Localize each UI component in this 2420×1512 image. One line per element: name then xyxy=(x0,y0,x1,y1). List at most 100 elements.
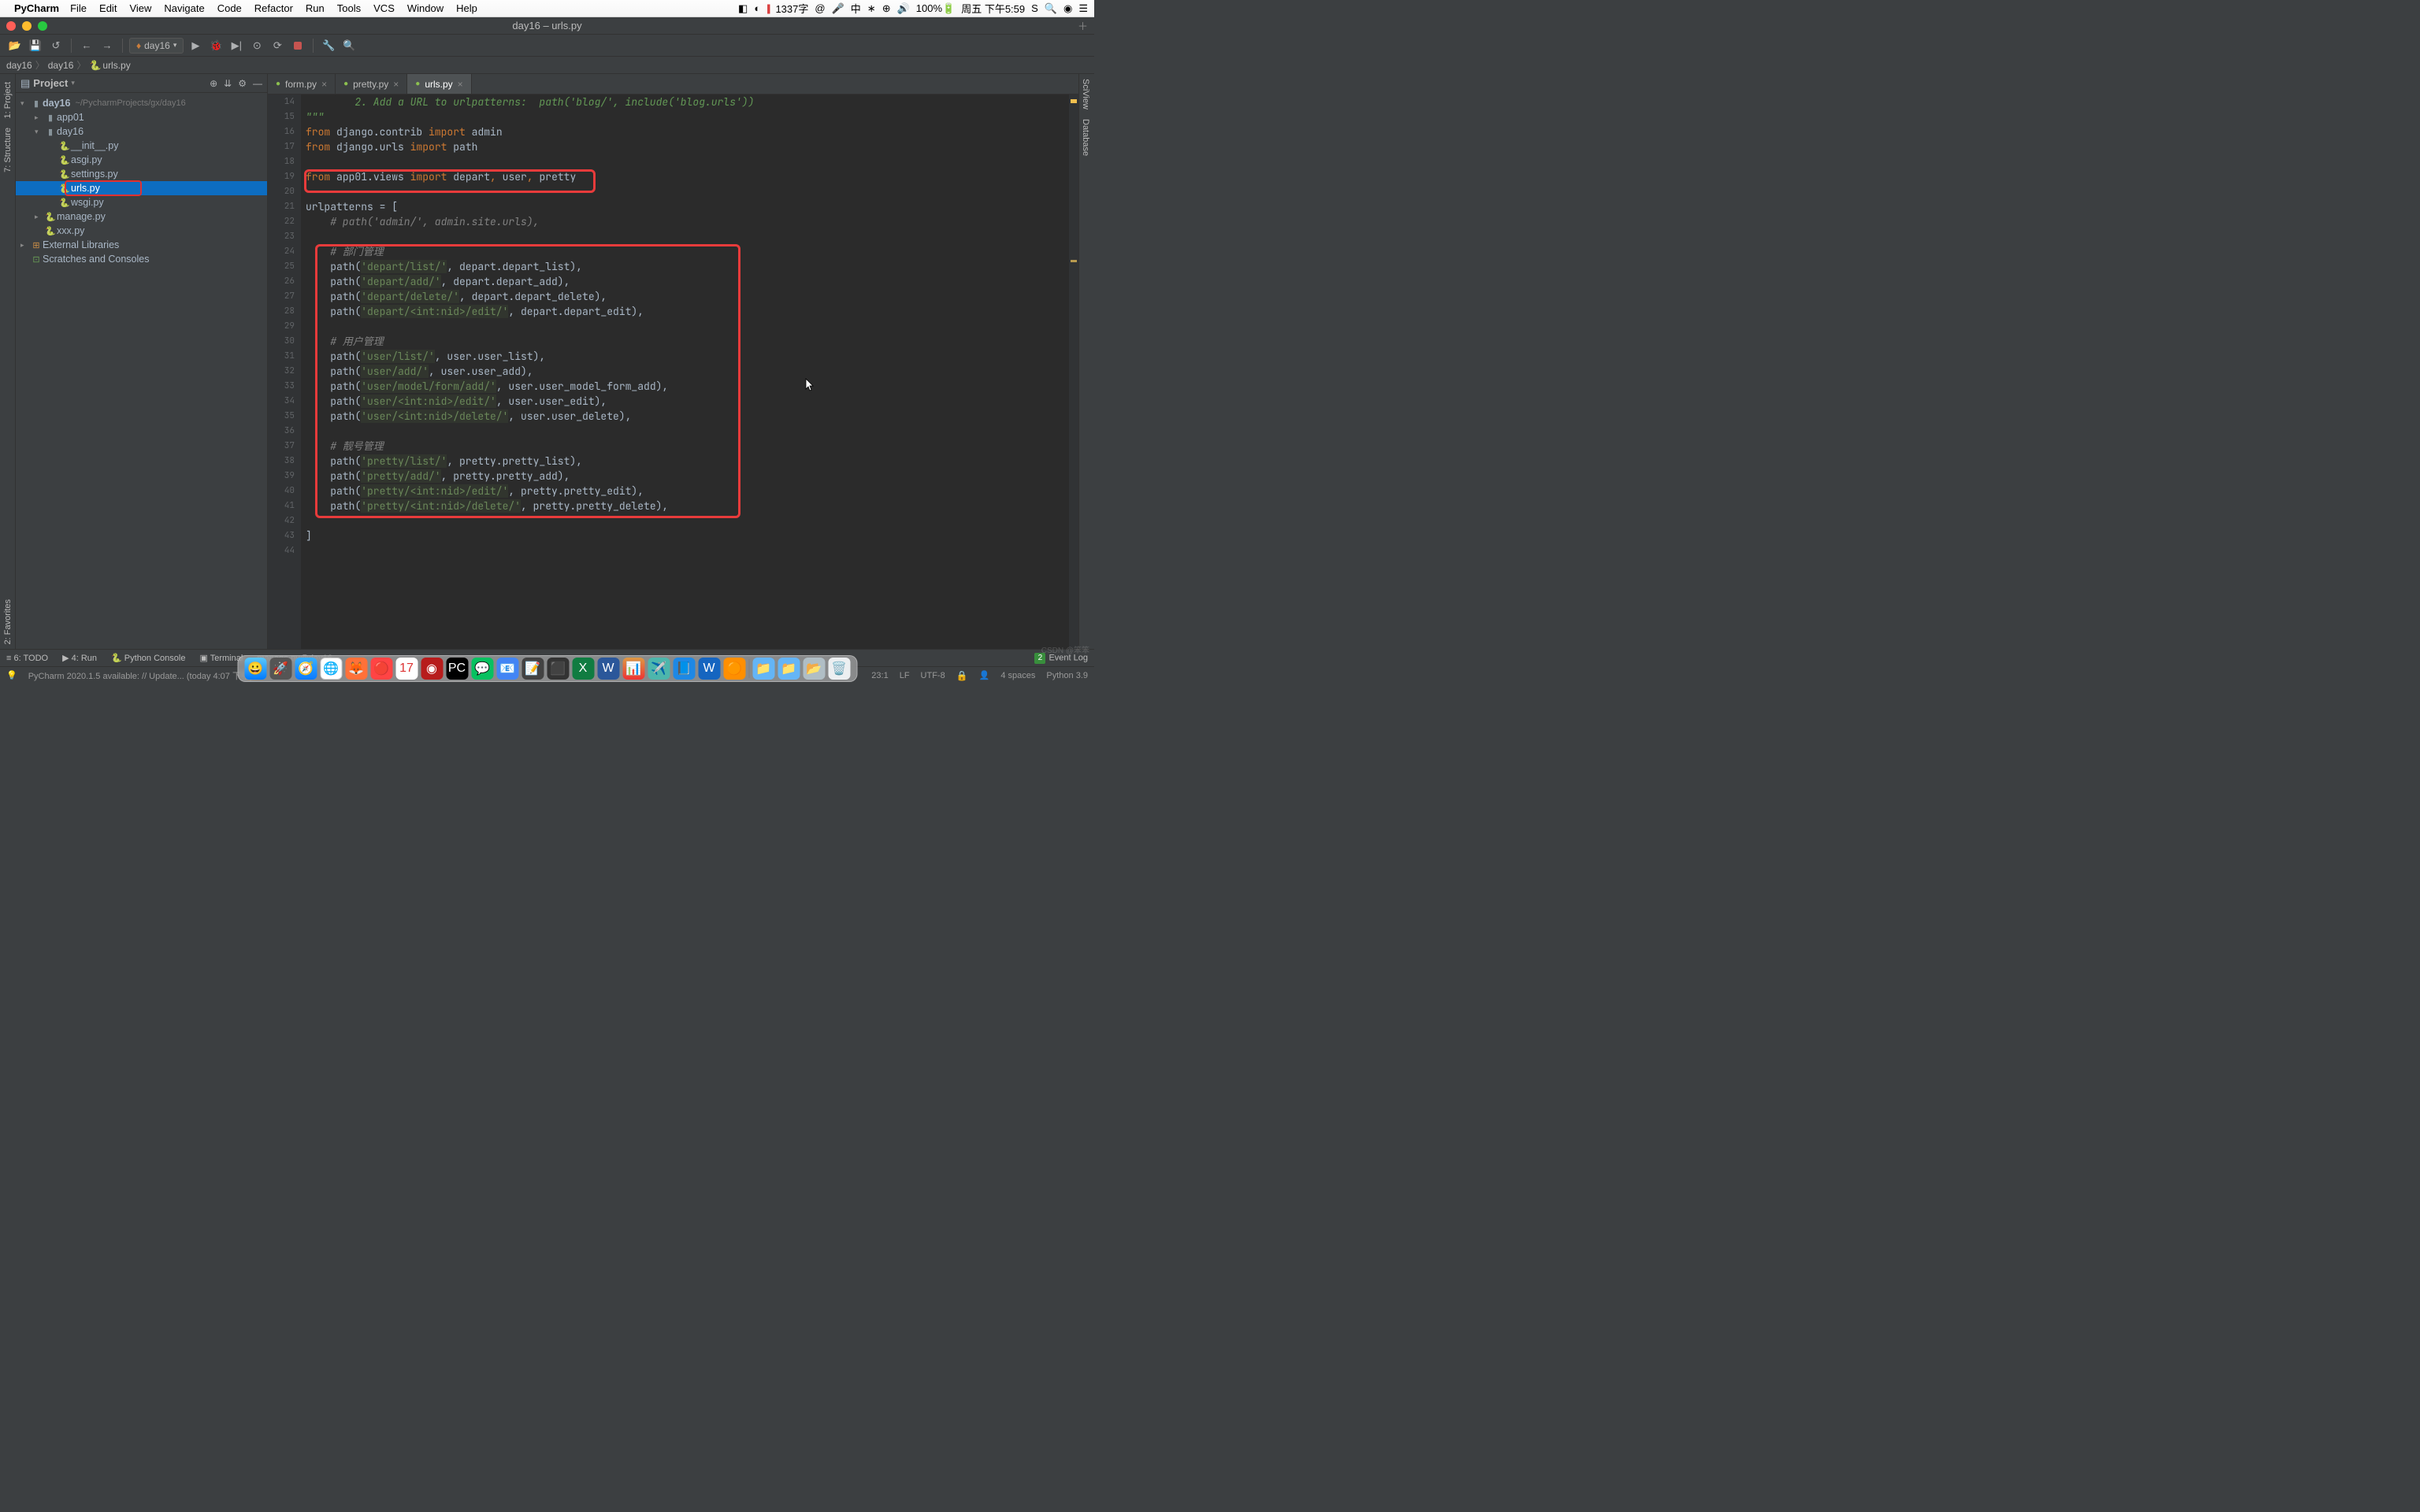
dock-firefox[interactable]: 🦊 xyxy=(345,658,367,680)
status-sogou-icon[interactable]: S xyxy=(1031,2,1038,14)
dock-trash[interactable]: 🗑️ xyxy=(828,658,850,680)
status-battery[interactable]: 100% 🔋 xyxy=(916,2,955,15)
code-line-44[interactable] xyxy=(306,543,1069,558)
status-at-icon[interactable]: @ xyxy=(815,2,825,14)
code-line-36[interactable] xyxy=(306,424,1069,439)
tree-arrow-icon[interactable]: ▸ xyxy=(35,113,44,122)
run-config-select[interactable]: ♦ day16 ▾ xyxy=(129,38,184,54)
toolbar-open-icon[interactable]: 📂 xyxy=(6,37,24,54)
toolbar-run-icon[interactable]: ▶ xyxy=(187,37,204,54)
tree-arrow-icon[interactable]: ▾ xyxy=(20,99,30,108)
status-message[interactable]: PyCharm 2020.1.5 available: // Update...… xyxy=(28,669,253,682)
tree-row-manage-py[interactable]: ▸🐍manage.py xyxy=(16,209,267,224)
left-tab-structure[interactable]: 7: Structure xyxy=(2,123,14,177)
code-line-25[interactable]: path('depart/list/', depart.depart_list)… xyxy=(306,259,1069,274)
menu-window[interactable]: Window xyxy=(407,2,444,14)
menu-view[interactable]: View xyxy=(129,2,151,14)
dock-app4[interactable]: 📊 xyxy=(622,658,644,680)
status-circle-icon[interactable]: ◐ xyxy=(754,2,760,14)
code-line-40[interactable]: path('pretty/<int:nid>/edit/', pretty.pr… xyxy=(306,484,1069,498)
menu-code[interactable]: Code xyxy=(217,2,242,14)
project-target-icon[interactable]: ⊕ xyxy=(210,78,217,89)
status-hamburger-icon[interactable]: ☰ xyxy=(1078,2,1088,15)
right-tab-database[interactable]: Database xyxy=(1079,114,1092,161)
code-line-17[interactable]: from django.urls import path xyxy=(306,139,1069,154)
dock-folder3[interactable]: 📂 xyxy=(803,658,825,680)
tree-row-xxx-py[interactable]: 🐍xxx.py xyxy=(16,224,267,238)
project-gear-icon[interactable]: ⚙ xyxy=(238,78,247,89)
dock-finder[interactable]: 😀 xyxy=(244,658,266,680)
toolbar-back-icon[interactable]: ← xyxy=(78,37,95,54)
code-area[interactable]: 2. Add a URL to urlpatterns: path('blog/… xyxy=(301,94,1069,649)
dock-calendar[interactable]: 17 xyxy=(395,658,418,680)
dock-word[interactable]: W xyxy=(597,658,619,680)
tree-arrow-icon[interactable]: ▸ xyxy=(20,241,30,250)
dock-app2[interactable]: ◉ xyxy=(421,658,443,680)
toolbar-save-icon[interactable]: 💾 xyxy=(27,37,44,54)
left-tab-favorites[interactable]: 2: Favorites xyxy=(2,595,14,649)
editor-body[interactable]: 1415161718192021222324252627282930313233… xyxy=(268,94,1078,649)
status-interpreter[interactable]: Python 3.9 xyxy=(1046,671,1088,680)
status-bt-icon[interactable]: ∗ xyxy=(867,2,876,15)
tree-row-day16[interactable]: ▾▮day16 xyxy=(16,124,267,139)
status-red-bars-icon[interactable]: || xyxy=(766,2,769,14)
code-line-15[interactable]: """ xyxy=(306,109,1069,124)
window-plus-icon[interactable]: ＋ xyxy=(1078,18,1088,33)
dock-launchpad[interactable]: 🚀 xyxy=(269,658,291,680)
status-screen-icon[interactable]: ◧ xyxy=(738,2,748,15)
tree-row-day16[interactable]: ▾▮day16~/PycharmProjects/gx/day16 xyxy=(16,96,267,110)
code-line-21[interactable]: urlpatterns = [ xyxy=(306,199,1069,214)
code-line-22[interactable]: # path('admin/', admin.site.urls), xyxy=(306,214,1069,229)
dock-wechat[interactable]: 💬 xyxy=(471,658,493,680)
toolbar-forward-icon[interactable]: → xyxy=(98,37,116,54)
close-icon[interactable]: × xyxy=(321,79,327,90)
crumb-2[interactable]: urls.py xyxy=(102,60,130,71)
status-indent[interactable]: 4 spaces xyxy=(1000,671,1035,680)
status-lock-icon[interactable]: 🔒 xyxy=(956,670,968,681)
code-line-29[interactable] xyxy=(306,319,1069,334)
tree-arrow-icon[interactable]: ▾ xyxy=(35,128,44,136)
status-volume-icon[interactable]: 🔊 xyxy=(897,2,910,15)
toolbar-coverage-icon[interactable]: ▶| xyxy=(228,37,245,54)
code-line-31[interactable]: path('user/list/', user.user_list), xyxy=(306,349,1069,364)
window-maximize-button[interactable] xyxy=(38,21,47,31)
code-line-18[interactable] xyxy=(306,154,1069,169)
project-tree[interactable]: ▾▮day16~/PycharmProjects/gx/day16▸▮app01… xyxy=(16,93,267,649)
menu-tools[interactable]: Tools xyxy=(337,2,361,14)
macos-dock[interactable]: 😀 🚀 🧭 🌐 🦊 🔴 17 ◉ PC 💬 📧 📝 ⬛ X W 📊 ✈️ 📘 W… xyxy=(237,655,857,682)
dock-terminal[interactable]: ⬛ xyxy=(547,658,569,680)
right-tab-sciview[interactable]: SciView xyxy=(1079,74,1092,114)
code-line-28[interactable]: path('depart/<int:nid>/edit/', depart.de… xyxy=(306,304,1069,319)
code-line-32[interactable]: path('user/add/', user.user_add), xyxy=(306,364,1069,379)
code-line-19[interactable]: from app01.views import depart, user, pr… xyxy=(306,169,1069,184)
menu-file[interactable]: File xyxy=(70,2,87,14)
dock-app3[interactable]: 📧 xyxy=(496,658,518,680)
tree-row-app01[interactable]: ▸▮app01 xyxy=(16,110,267,124)
status-mic-icon[interactable]: 🎤 xyxy=(832,2,844,15)
status-siri-icon[interactable]: ◉ xyxy=(1063,2,1072,15)
status-spotlight-icon[interactable]: 🔍 xyxy=(1045,2,1057,15)
dock-app6[interactable]: 📘 xyxy=(673,658,695,680)
dock-chrome[interactable]: 🌐 xyxy=(320,658,342,680)
status-datetime[interactable]: 周五 下午5:59 xyxy=(961,1,1025,16)
close-icon[interactable]: × xyxy=(458,79,463,90)
left-tab-project[interactable]: 1: Project xyxy=(2,77,14,123)
status-wifi-icon[interactable]: ⊕ xyxy=(882,2,891,15)
code-line-38[interactable]: path('pretty/list/', pretty.pretty_list)… xyxy=(306,454,1069,469)
code-line-34[interactable]: path('user/<int:nid>/edit/', user.user_e… xyxy=(306,394,1069,409)
editor-tab-urls-py[interactable]: ●urls.py× xyxy=(407,74,471,94)
status-encoding[interactable]: UTF-8 xyxy=(921,671,945,680)
code-line-39[interactable]: path('pretty/add/', pretty.pretty_add), xyxy=(306,469,1069,484)
tree-row-External-Libraries[interactable]: ▸⊞External Libraries xyxy=(16,238,267,252)
toolbar-stop-icon[interactable] xyxy=(289,37,306,54)
code-line-24[interactable]: # 部门管理 xyxy=(306,244,1069,259)
code-line-20[interactable] xyxy=(306,184,1069,199)
bottom-todo[interactable]: ≡ 6: TODO xyxy=(6,654,48,663)
warning-marker[interactable] xyxy=(1071,99,1077,103)
project-hide-icon[interactable]: — xyxy=(253,78,262,89)
tree-row-asgi-py[interactable]: 🐍asgi.py xyxy=(16,153,267,167)
close-icon[interactable]: × xyxy=(393,79,399,90)
dock-pycharm[interactable]: PC xyxy=(446,658,468,680)
status-inspect-icon[interactable]: 👤 xyxy=(979,670,990,680)
dock-app1[interactable]: 🔴 xyxy=(370,658,392,680)
